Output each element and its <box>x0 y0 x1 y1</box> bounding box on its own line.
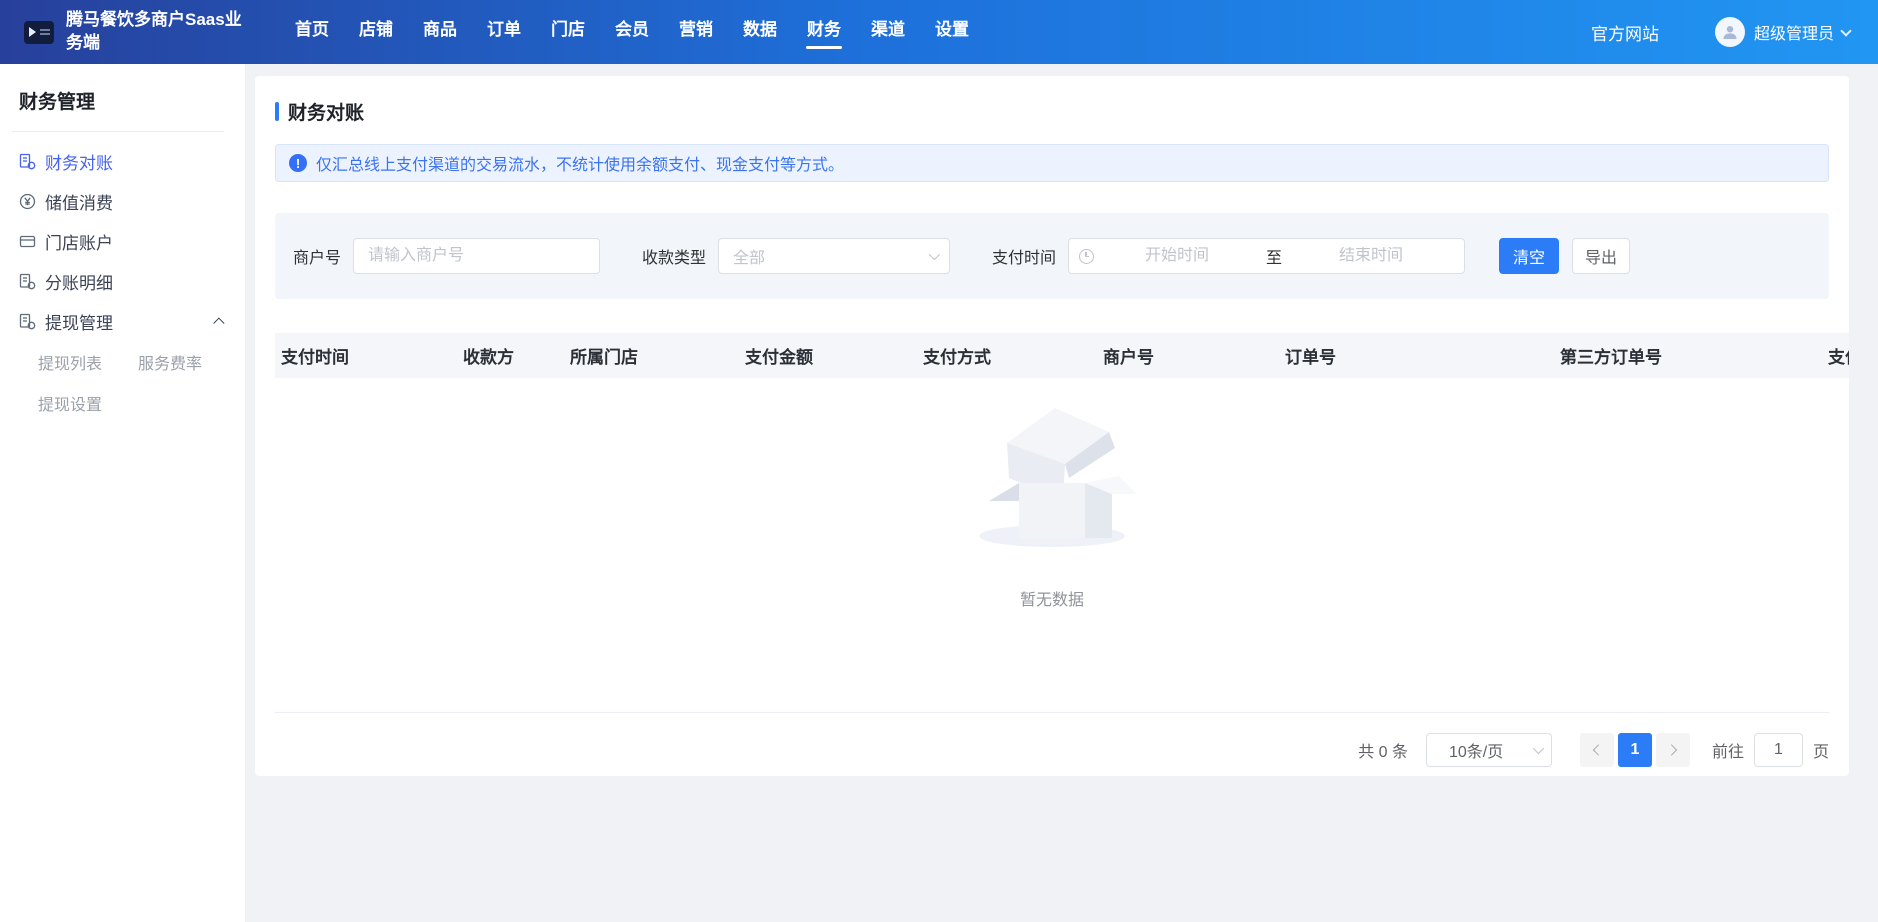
user-avatar[interactable] <box>1715 17 1745 47</box>
sidebar-menu: 财务对账 储值消费 门店账户 <box>0 132 245 423</box>
main-nav: 首页 店铺 商品 订单 门店 会员 营销 数据 财务 渠道 设置 <box>280 0 984 64</box>
sidebar-subitem-withdraw-settings[interactable]: 提现设置 <box>38 391 102 415</box>
nav-item-stores[interactable]: 门店 <box>536 0 600 64</box>
page-title: 财务对账 <box>288 98 364 125</box>
export-button[interactable]: 导出 <box>1572 238 1630 274</box>
pay-time-label: 支付时间 <box>992 244 1056 268</box>
sidebar-item-stored-value[interactable]: 储值消费 <box>0 181 245 221</box>
title-accent-bar <box>275 102 279 121</box>
brand-title: 腾马餐饮多商户Saas业务端 <box>66 9 244 55</box>
user-name[interactable]: 超级管理员 <box>1754 20 1834 44</box>
sidebar-item-label: 门店账户 <box>45 229 113 254</box>
column-header: 订单号 <box>1285 343 1560 368</box>
sidebar-subitem-service-rate[interactable]: 服务费率 <box>138 350 202 374</box>
sidebar-item-withdraw-manage[interactable]: 提现管理 <box>0 301 245 341</box>
column-header: 商户号 <box>1103 343 1285 368</box>
merchant-id-input[interactable] <box>353 238 600 274</box>
top-header: 腾马餐饮多商户Saas业务端 首页 店铺 商品 订单 门店 会员 营销 数据 财… <box>0 0 1878 64</box>
notice-banner: ! 仅汇总线上支付渠道的交易流水，不统计使用余额支付、现金支付等方式。 <box>275 144 1829 182</box>
range-separator: 至 <box>1260 244 1288 268</box>
ledger-coin-icon <box>19 313 36 330</box>
total-count-label: 共 0 条 <box>1358 738 1408 762</box>
payment-type-label: 收款类型 <box>642 244 706 268</box>
payment-type-select[interactable]: 全部 <box>718 238 950 274</box>
goto-page-input[interactable] <box>1754 733 1803 767</box>
reconciliation-table: 支付时间 收款方 所属门店 支付金额 支付方式 商户号 订单号 第三方订单号 支… <box>275 333 1829 713</box>
nav-item-goods[interactable]: 商品 <box>408 0 472 64</box>
sidebar-title: 财务管理 <box>0 64 245 131</box>
ledger-coin-icon <box>19 273 36 290</box>
goto-label: 前往 <box>1712 738 1744 762</box>
page-size-select[interactable]: 10条/页 <box>1426 733 1552 767</box>
filter-panel: 商户号 收款类型 全部 支付时间 至 清空 导出 <box>275 213 1829 299</box>
withdraw-submenu-row-2: 提现设置 <box>0 382 245 423</box>
collapse-up-icon[interactable] <box>213 317 224 328</box>
nav-item-data[interactable]: 数据 <box>728 0 792 64</box>
clear-button[interactable]: 清空 <box>1499 238 1559 274</box>
column-header: 支付时间 <box>275 343 463 368</box>
chevron-right-icon <box>1666 744 1677 755</box>
pay-time-range-picker[interactable]: 至 <box>1068 238 1465 274</box>
chevron-down-icon <box>929 249 940 260</box>
card-icon <box>19 233 36 250</box>
sidebar-item-label: 提现管理 <box>45 309 113 334</box>
sidebar-item-label: 财务对账 <box>45 149 113 174</box>
nav-item-channels[interactable]: 渠道 <box>856 0 920 64</box>
sidebar-item-finance-reconciliation[interactable]: 财务对账 <box>0 141 245 181</box>
page-unit-label: 页 <box>1813 738 1829 762</box>
nav-item-settings[interactable]: 设置 <box>920 0 984 64</box>
sidebar-item-store-account[interactable]: 门店账户 <box>0 221 245 261</box>
table-header-row: 支付时间 收款方 所属门店 支付金额 支付方式 商户号 订单号 第三方订单号 支… <box>275 333 1849 378</box>
nav-item-marketing[interactable]: 营销 <box>664 0 728 64</box>
info-icon: ! <box>289 154 307 172</box>
chevron-left-icon <box>1593 744 1604 755</box>
page-number-current[interactable]: 1 <box>1618 733 1652 767</box>
nav-item-finance[interactable]: 财务 <box>792 0 856 64</box>
withdraw-submenu-row-1: 提现列表 服务费率 <box>0 341 245 382</box>
nav-item-orders[interactable]: 订单 <box>472 0 536 64</box>
sidebar-item-label: 储值消费 <box>45 189 113 214</box>
column-header: 支付方式 <box>923 343 1103 368</box>
sidebar: 财务管理 财务对账 储值消费 <box>0 64 245 922</box>
yen-circle-icon <box>19 193 36 210</box>
main-area: 财务对账 ! 仅汇总线上支付渠道的交易流水，不统计使用余额支付、现金支付等方式。… <box>245 64 1878 922</box>
empty-text: 暂无数据 <box>1020 586 1084 610</box>
column-header: 收款方 <box>463 343 570 368</box>
page-title-row: 财务对账 <box>275 98 1829 125</box>
end-time-input[interactable] <box>1288 247 1454 265</box>
sidebar-item-label: 分账明细 <box>45 269 113 294</box>
prev-page-button[interactable] <box>1580 733 1614 767</box>
header-right: 官方网站 超级管理员 <box>1591 17 1850 47</box>
content-card: 财务对账 ! 仅汇总线上支付渠道的交易流水，不统计使用余额支付、现金支付等方式。… <box>255 76 1849 776</box>
sidebar-subitem-withdraw-list[interactable]: 提现列表 <box>38 350 102 374</box>
chevron-down-icon[interactable] <box>1840 25 1851 36</box>
nav-item-home[interactable]: 首页 <box>280 0 344 64</box>
sidebar-item-split-detail[interactable]: 分账明细 <box>0 261 245 301</box>
pagination: 共 0 条 10条/页 1 前往 页 <box>275 732 1829 768</box>
nav-item-members[interactable]: 会员 <box>600 0 664 64</box>
nav-item-shop[interactable]: 店铺 <box>344 0 408 64</box>
next-page-button[interactable] <box>1656 733 1690 767</box>
column-header: 所属门店 <box>570 343 745 368</box>
empty-state: 暂无数据 <box>275 378 1829 712</box>
chevron-down-icon <box>1533 743 1544 754</box>
empty-box-illustration <box>967 388 1137 558</box>
clock-icon <box>1079 249 1094 264</box>
column-header: 第三方订单号 <box>1560 343 1828 368</box>
official-site-link[interactable]: 官方网站 <box>1591 20 1659 45</box>
start-time-input[interactable] <box>1094 247 1260 265</box>
brand-logo-icon <box>24 21 54 44</box>
merchant-id-label: 商户号 <box>293 244 341 268</box>
ledger-coin-icon <box>19 153 36 170</box>
notice-text: 仅汇总线上支付渠道的交易流水，不统计使用余额支付、现金支付等方式。 <box>316 151 844 175</box>
column-header: 支付状态 <box>1828 343 1849 368</box>
column-header: 支付金额 <box>745 343 923 368</box>
person-icon <box>1721 23 1739 41</box>
